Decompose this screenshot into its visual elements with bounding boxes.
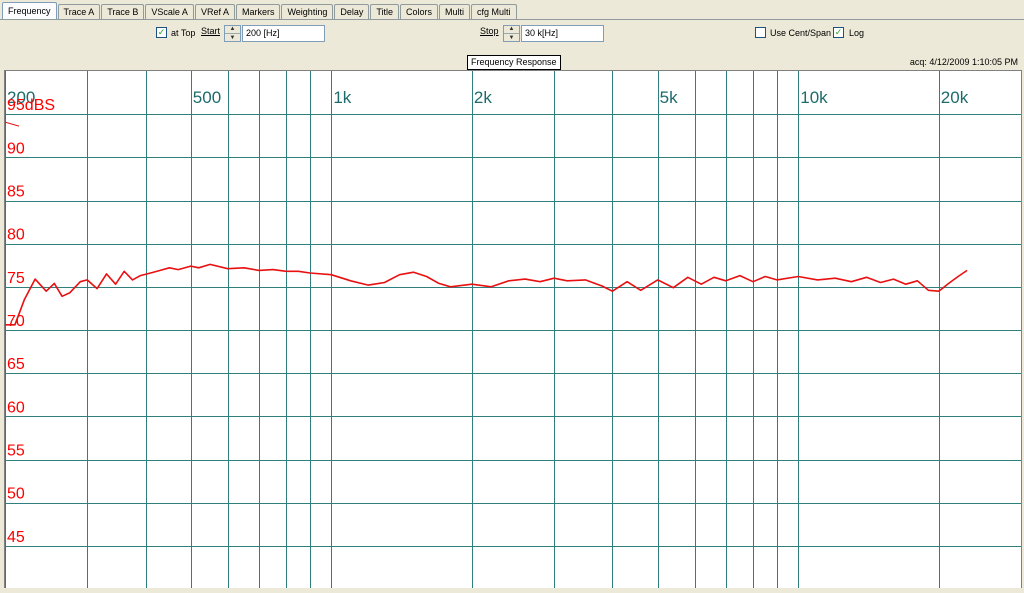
y-tick-label: 90	[7, 140, 25, 157]
trace-a-line	[5, 263, 968, 326]
status-strip	[0, 588, 1024, 593]
y-tick-label: 80	[7, 227, 25, 244]
y-tick-label: 50	[7, 486, 25, 503]
y-tick-label: 85	[7, 184, 25, 201]
trace-marker-icon	[5, 121, 20, 127]
tab-multi[interactable]: Multi	[439, 4, 471, 20]
x-tick-label: 5k	[660, 88, 678, 107]
x-tick-label: 1k	[333, 88, 351, 107]
stop-spin-up-icon[interactable]: ▲	[504, 26, 519, 34]
y-tick-label: 65	[7, 356, 25, 373]
chart-title: Frequency Response	[467, 55, 561, 70]
tab-cfg-multi[interactable]: cfg Multi	[471, 4, 517, 20]
x-tick-label: 500	[193, 88, 221, 107]
tab-markers[interactable]: Markers	[235, 4, 281, 20]
y-tick-label: 95dBS	[7, 97, 55, 114]
use-cent-span-label: Use Cent/Span	[770, 28, 832, 38]
start-label: Start	[201, 26, 221, 36]
x-tick-label: 2k	[474, 88, 492, 107]
x-tick-label: 20k	[941, 88, 969, 107]
tab-colors[interactable]: Colors	[400, 4, 439, 20]
stop-spinner[interactable]: ▲ ▼	[503, 25, 520, 42]
tab-vref-a[interactable]: VRef A	[194, 4, 235, 20]
plot-area[interactable]: 200 500 1k 2k 5k 10k 20k 95dBS 90 85 80 75 70 65 60 55…	[4, 70, 1022, 590]
tab-trace-a[interactable]: Trace A	[57, 4, 101, 20]
tab-weighting[interactable]: Weighting	[281, 4, 334, 20]
y-tick-label: 60	[7, 399, 25, 416]
y-tick-label: 55	[7, 443, 25, 460]
tab-delay[interactable]: Delay	[334, 4, 370, 20]
tab-vscale-a[interactable]: VScale A	[145, 4, 194, 20]
frequency-response-chart[interactable]: 200 500 1k 2k 5k 10k 20k 95dBS9085807570656055…	[5, 71, 1021, 589]
tab-divider	[0, 19, 1024, 20]
control-row: ✓ at Top Start ▲ ▼ 200 [Hz] Stop ▲ ▼ 30 …	[0, 21, 1024, 47]
start-input[interactable]: 200 [Hz]	[242, 25, 325, 42]
stop-label: Stop	[480, 26, 499, 36]
y-tick-label: 75	[7, 270, 25, 287]
start-spin-up-icon[interactable]: ▲	[225, 26, 240, 34]
tab-strip: Frequency Trace A Trace B VScale A VRef A Mar…	[2, 2, 518, 20]
at-top-label: at Top	[171, 28, 196, 38]
start-spinner[interactable]: ▲ ▼	[224, 25, 241, 42]
acquisition-timestamp: acq: 4/12/2009 1:10:05 PM	[909, 57, 1018, 67]
y-tick-label: 45	[7, 529, 25, 546]
log-label: Log	[849, 28, 865, 38]
stop-input[interactable]: 30 k[Hz]	[521, 25, 604, 42]
tab-title[interactable]: Title	[370, 4, 400, 20]
tab-trace-b[interactable]: Trace B	[101, 4, 145, 20]
x-tick-label: 10k	[800, 88, 828, 107]
tab-frequency[interactable]: Frequency	[2, 2, 57, 20]
start-spin-down-icon[interactable]: ▼	[225, 34, 240, 42]
at-top-checkbox[interactable]: ✓	[156, 27, 167, 38]
stop-spin-down-icon[interactable]: ▼	[504, 34, 519, 42]
log-checkbox[interactable]: ✓	[833, 27, 844, 38]
use-cent-span-checkbox[interactable]	[755, 27, 766, 38]
